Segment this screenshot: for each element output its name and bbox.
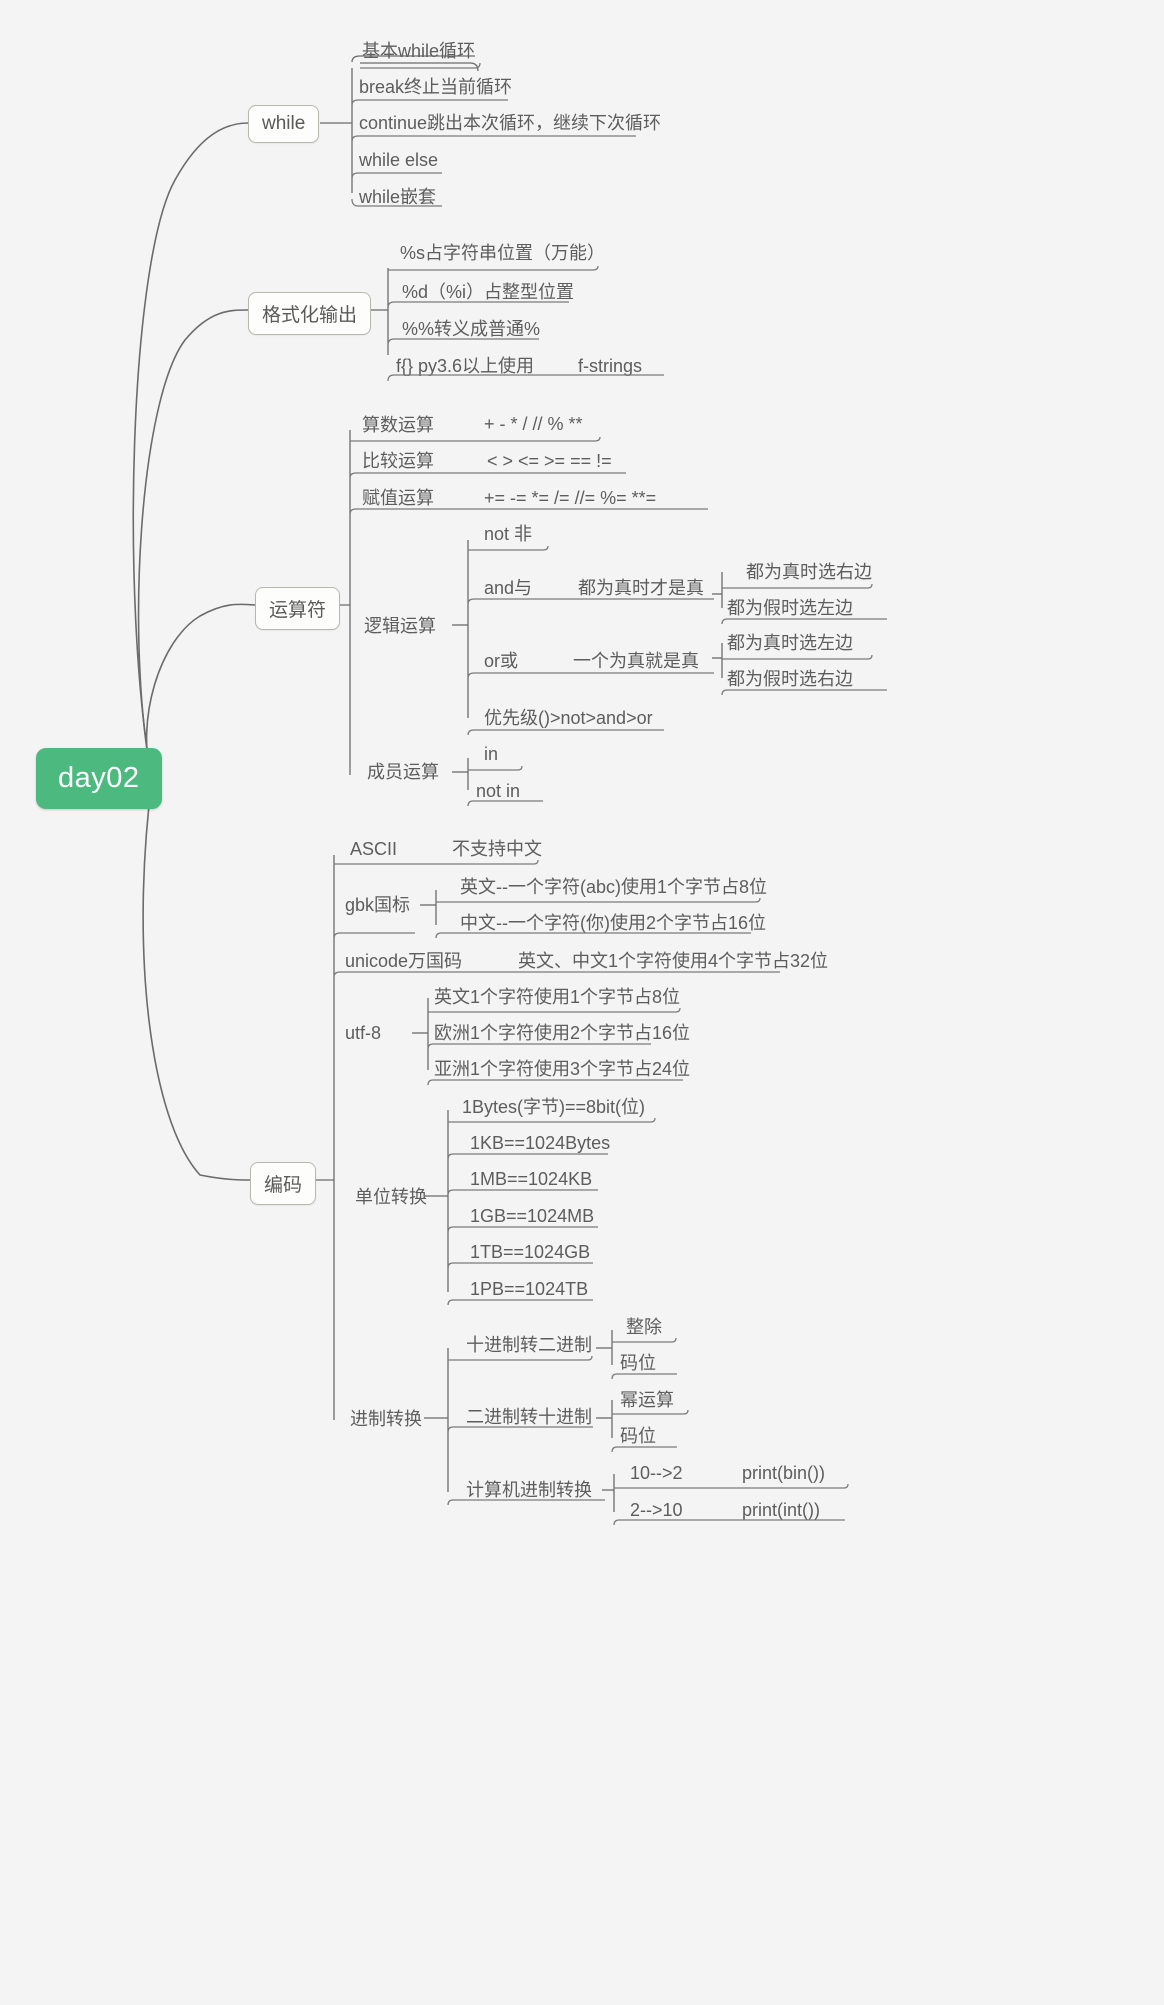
leaf-format-percent-s[interactable]: %s占字符串位置（万能）: [400, 244, 605, 262]
leaf-and-true-right[interactable]: 都为真时选右边: [746, 563, 872, 581]
note-op-assign: += -= *= /= //= %= **=: [484, 488, 657, 508]
leaf-utf8-english[interactable]: 英文1个字符使用1个字节占8位: [434, 988, 680, 1006]
note-op-compare: < > <= >= == !=: [487, 451, 612, 471]
mindmap-canvas: day02 while 基本while循环 break终止当前循环 contin…: [0, 0, 1164, 2005]
leaf-logic-priority[interactable]: 优先级()>not>and>or: [484, 709, 653, 727]
leaf-while-continue[interactable]: continue跳出本次循环，继续下次循环: [359, 114, 661, 132]
leaf-dec-to-bin-divide[interactable]: 整除: [626, 1318, 662, 1336]
leaf-unit-kb[interactable]: 1KB==1024Bytes: [470, 1134, 610, 1152]
leaf-dec-to-bin[interactable]: 十进制转二进制: [466, 1336, 592, 1354]
leaf-computer-base-convert[interactable]: 计算机进制转换: [466, 1481, 592, 1499]
note-enc-ascii: 不支持中文: [452, 839, 542, 859]
note-logic-or: 一个为真就是真: [573, 651, 699, 671]
branch-node-operator[interactable]: 运算符: [255, 587, 341, 630]
leaf-gbk-english[interactable]: 英文--一个字符(abc)使用1个字节占8位: [460, 878, 767, 896]
note-op-arith: + - * / // % **: [484, 414, 583, 434]
leaf-enc-unit-convert[interactable]: 单位转换: [355, 1188, 427, 1206]
leaf-or-true-left[interactable]: 都为真时选左边: [727, 634, 853, 652]
leaf-bin-to-dec[interactable]: 二进制转十进制: [466, 1408, 592, 1426]
leaf-bin-to-dec-power[interactable]: 幂运算: [620, 1391, 674, 1409]
leaf-op-arith[interactable]: 算数运算: [362, 416, 434, 434]
leaf-or-false-right[interactable]: 都为假时选右边: [727, 670, 853, 688]
note-base-2-to-10: print(int()): [742, 1500, 821, 1520]
leaf-unit-tb[interactable]: 1TB==1024GB: [470, 1243, 590, 1261]
leaf-unit-byte[interactable]: 1Bytes(字节)==8bit(位): [462, 1098, 645, 1116]
leaf-and-false-left[interactable]: 都为假时选左边: [727, 599, 853, 617]
leaf-base-2-to-10[interactable]: 2-->10: [630, 1501, 683, 1519]
leaf-base-10-to-2[interactable]: 10-->2: [630, 1464, 683, 1482]
leaf-enc-utf8[interactable]: utf-8: [345, 1024, 381, 1042]
leaf-utf8-asia[interactable]: 亚洲1个字符使用3个字节占24位: [434, 1060, 690, 1078]
leaf-op-member[interactable]: 成员运算: [367, 763, 439, 781]
note-logic-and: 都为真时才是真: [578, 578, 704, 598]
branch-node-format-output[interactable]: 格式化输出: [248, 292, 372, 335]
leaf-unit-gb[interactable]: 1GB==1024MB: [470, 1207, 594, 1225]
note-base-10-to-2: print(bin()): [742, 1463, 826, 1483]
leaf-gbk-chinese[interactable]: 中文--一个字符(你)使用2个字节占16位: [460, 914, 766, 932]
leaf-format-fstring[interactable]: f{} py3.6以上使用: [396, 357, 534, 375]
leaf-unit-mb[interactable]: 1MB==1024KB: [470, 1170, 592, 1188]
root-node[interactable]: day02: [36, 748, 162, 809]
leaf-member-in[interactable]: in: [484, 745, 498, 763]
leaf-enc-ascii[interactable]: ASCII: [350, 840, 397, 858]
leaf-logic-and[interactable]: and与: [484, 579, 532, 597]
leaf-while-basic[interactable]: 基本while循环: [362, 42, 475, 60]
branch-node-encoding[interactable]: 编码: [250, 1162, 317, 1205]
leaf-member-not-in[interactable]: not in: [476, 782, 520, 800]
leaf-logic-not[interactable]: not 非: [484, 525, 532, 543]
branch-node-while[interactable]: while: [248, 105, 320, 143]
leaf-bin-to-dec-bitpos[interactable]: 码位: [620, 1427, 656, 1445]
leaf-enc-base-convert[interactable]: 进制转换: [350, 1410, 422, 1428]
leaf-op-compare[interactable]: 比较运算: [362, 452, 434, 470]
leaf-format-percent-escape[interactable]: %%转义成普通%: [402, 320, 540, 338]
leaf-dec-to-bin-bitpos[interactable]: 码位: [620, 1354, 656, 1372]
leaf-enc-unicode[interactable]: unicode万国码: [345, 952, 462, 970]
leaf-format-percent-d[interactable]: %d（%i）占整型位置: [402, 283, 574, 301]
leaf-unit-pb[interactable]: 1PB==1024TB: [470, 1280, 588, 1298]
leaf-logic-or[interactable]: or或: [484, 652, 518, 670]
leaf-while-nested[interactable]: while嵌套: [359, 188, 436, 206]
leaf-while-else[interactable]: while else: [359, 151, 438, 169]
leaf-while-break[interactable]: break终止当前循环: [359, 78, 512, 96]
leaf-enc-gbk[interactable]: gbk国标: [345, 896, 410, 914]
leaf-utf8-europe[interactable]: 欧洲1个字符使用2个字节占16位: [434, 1024, 690, 1042]
leaf-op-logic[interactable]: 逻辑运算: [364, 617, 436, 635]
leaf-op-assign[interactable]: 赋值运算: [362, 489, 434, 507]
note-enc-unicode: 英文、中文1个字符使用4个字节占32位: [518, 951, 829, 971]
note-format-fstring: f-strings: [578, 356, 643, 376]
